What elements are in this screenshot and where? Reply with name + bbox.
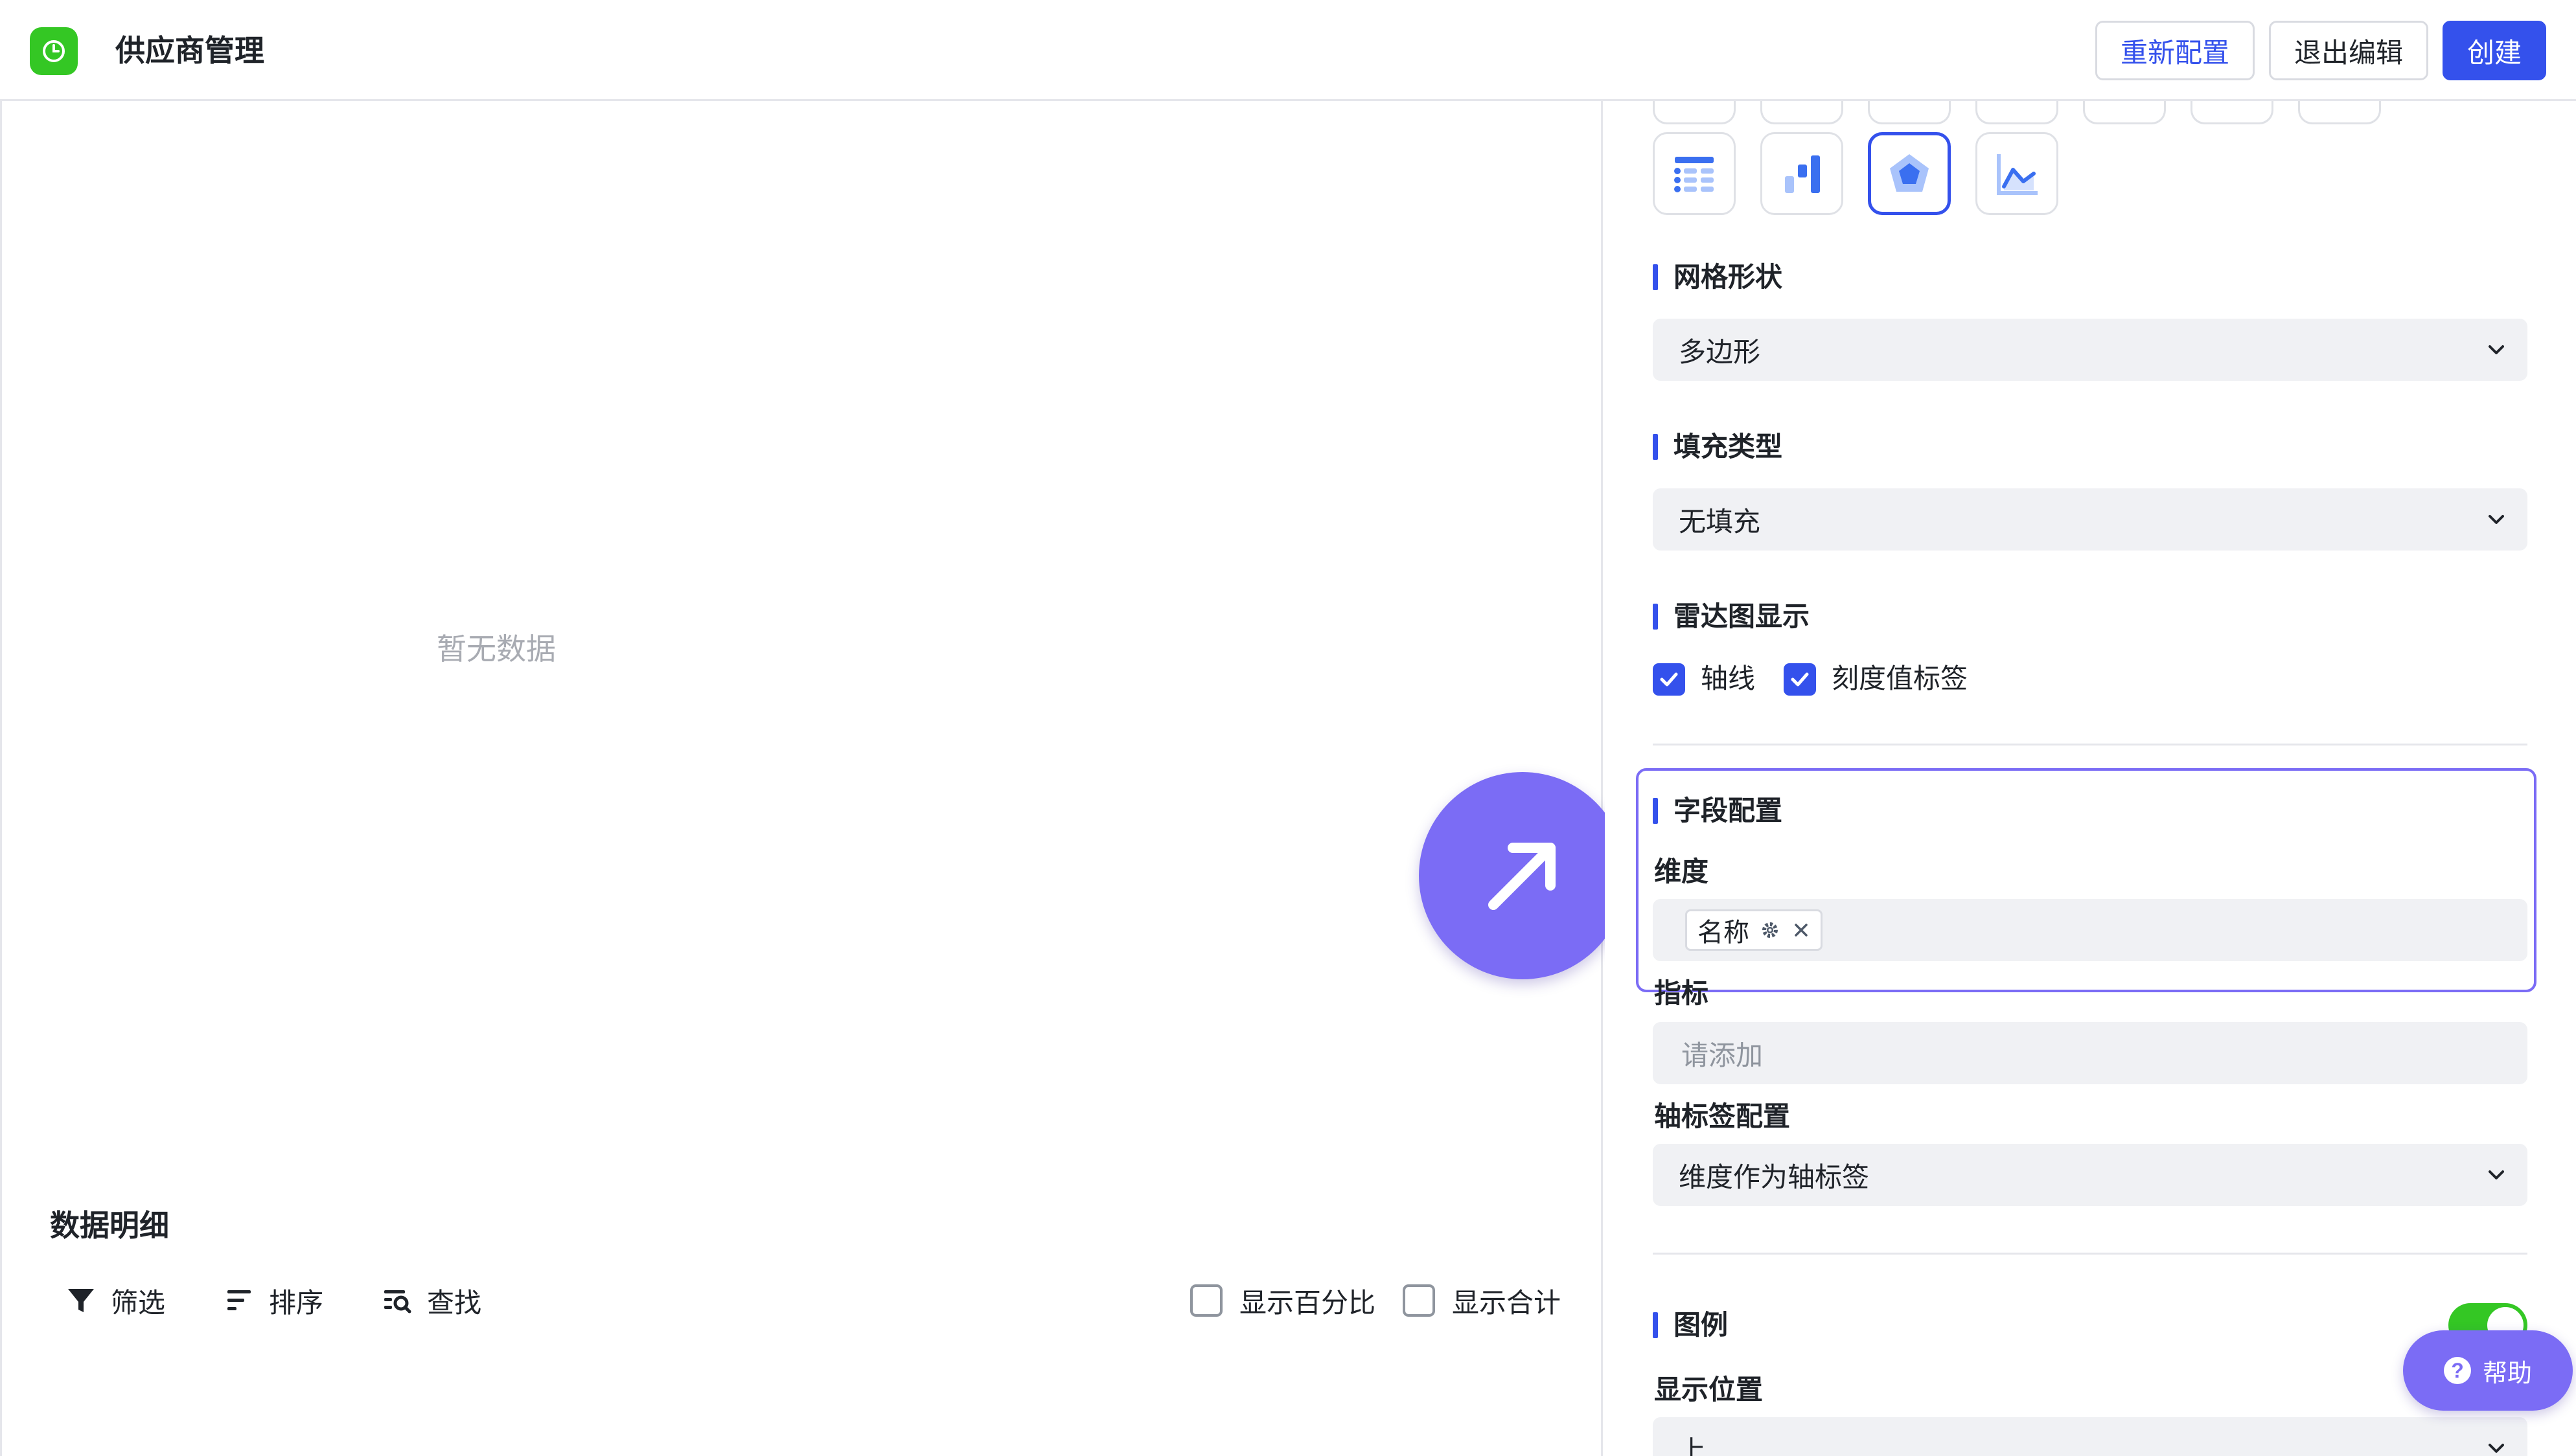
chart-type-option[interactable] <box>1868 101 1951 124</box>
chart-type-bar[interactable] <box>1760 132 1843 215</box>
exit-edit-button[interactable]: 退出编辑 <box>2269 21 2428 80</box>
data-detail-title: 数据明细 <box>50 1209 169 1242</box>
metric-title: 指标 <box>1654 978 1709 1008</box>
sort-label: 排序 <box>269 1287 324 1318</box>
area-chart-icon <box>1997 154 2038 195</box>
dimension-drop-zone[interactable]: 名称 <box>1653 899 2527 961</box>
search-label: 查找 <box>427 1287 482 1318</box>
filter-label: 筛选 <box>111 1287 166 1318</box>
chart-type-option[interactable] <box>1760 101 1843 124</box>
bar-chart-icon <box>1785 155 1820 193</box>
filter-icon <box>62 1281 100 1320</box>
show-percent-checkbox[interactable]: 显示百分比 <box>1190 1275 1375 1326</box>
metric-input[interactable]: 请添加 <box>1653 1022 2527 1084</box>
reconfigure-button[interactable]: 重新配置 <box>2095 21 2255 80</box>
axis-line-checkbox[interactable] <box>1653 663 1685 696</box>
dimension-tag-label: 名称 <box>1697 918 1749 947</box>
show-total-label: 显示合计 <box>1452 1287 1561 1318</box>
checkbox-unchecked[interactable] <box>1190 1284 1223 1317</box>
legend-position-value: 上 <box>1679 1435 1707 1456</box>
sort-icon <box>220 1281 259 1320</box>
arrow-up-right-button[interactable] <box>1419 772 1626 979</box>
check-icon <box>1791 672 1809 687</box>
show-total-checkbox[interactable]: 显示合计 <box>1403 1275 1561 1326</box>
help-button[interactable]: ? 帮助 <box>2403 1330 2573 1411</box>
tick-label-label: 刻度值标签 <box>1832 663 1968 694</box>
axis-label-select[interactable]: 维度作为轴标签 <box>1653 1144 2527 1206</box>
chart-type-option[interactable] <box>2191 101 2273 124</box>
gear-icon[interactable] <box>1760 920 1780 940</box>
question-icon: ? <box>2443 1357 2471 1384</box>
arrow-up-right-icon <box>1488 843 1556 910</box>
chevron-down-icon <box>2489 1170 2504 1179</box>
grid-shape-title: 网格形状 <box>1653 259 1782 295</box>
help-label: 帮助 <box>2482 1359 2532 1387</box>
dimension-title: 维度 <box>1654 856 1709 887</box>
search-button[interactable]: 查找 <box>378 1275 481 1326</box>
axis-label-config-title: 轴标签配置 <box>1654 1101 1791 1132</box>
grid-shape-value: 多边形 <box>1679 336 1761 367</box>
chevron-down-icon <box>2489 345 2504 354</box>
top-header: 供应商管理 重新配置 退出编辑 创建 <box>0 0 2576 101</box>
axis-line-label: 轴线 <box>1701 663 1756 694</box>
legend-position-select[interactable]: 上 <box>1653 1417 2527 1456</box>
check-icon <box>1660 672 1678 687</box>
search-list-icon <box>378 1281 417 1320</box>
checkbox-unchecked[interactable] <box>1403 1284 1435 1317</box>
dimension-tag[interactable]: 名称 <box>1685 909 1823 951</box>
legend-title: 图例 <box>1653 1307 1728 1343</box>
config-panel: 网格形状 多边形 填充类型 无填充 雷达图显示 轴线 刻度值标签 字段配置 维度… <box>1605 101 2576 1456</box>
radar-chart-icon <box>1890 154 1929 192</box>
sort-button[interactable]: 排序 <box>220 1275 323 1326</box>
grid-shape-select[interactable]: 多边形 <box>1653 319 2527 381</box>
chart-type-table[interactable] <box>1653 132 1736 215</box>
divider <box>1653 744 2527 745</box>
fill-type-title: 填充类型 <box>1653 429 1782 465</box>
fill-type-select[interactable]: 无填充 <box>1653 488 2527 551</box>
chart-type-area[interactable] <box>1975 132 2058 215</box>
axis-label-value: 维度作为轴标签 <box>1679 1161 1870 1192</box>
show-percent-label: 显示百分比 <box>1239 1287 1376 1318</box>
table-chart-icon <box>1674 157 1714 192</box>
tick-label-checkbox[interactable] <box>1784 663 1816 696</box>
empty-state-text: 暂无数据 <box>437 632 556 666</box>
page-title: 供应商管理 <box>115 34 264 67</box>
chart-type-radar[interactable] <box>1868 132 1951 215</box>
legend-position-title: 显示位置 <box>1654 1374 1764 1405</box>
divider <box>1653 1253 2527 1255</box>
field-config-title: 字段配置 <box>1653 793 1782 829</box>
fill-type-value: 无填充 <box>1679 506 1761 537</box>
clock-icon <box>43 40 65 62</box>
chart-type-option[interactable] <box>2083 101 2166 124</box>
app-logo <box>30 27 78 75</box>
close-icon[interactable] <box>1791 920 1811 940</box>
chevron-down-icon <box>2489 1444 2504 1453</box>
filter-button[interactable]: 筛选 <box>62 1275 165 1326</box>
chart-type-option[interactable] <box>1975 101 2058 124</box>
chart-type-option[interactable] <box>1653 101 1736 124</box>
chart-canvas: 暂无数据 数据明细 筛选 排序 查找 显示百分比 显示合计 <box>0 101 1603 1456</box>
chart-type-option[interactable] <box>2298 101 2381 124</box>
radar-display-title: 雷达图显示 <box>1653 598 1810 635</box>
create-button[interactable]: 创建 <box>2443 21 2546 80</box>
chevron-down-icon <box>2489 515 2504 524</box>
